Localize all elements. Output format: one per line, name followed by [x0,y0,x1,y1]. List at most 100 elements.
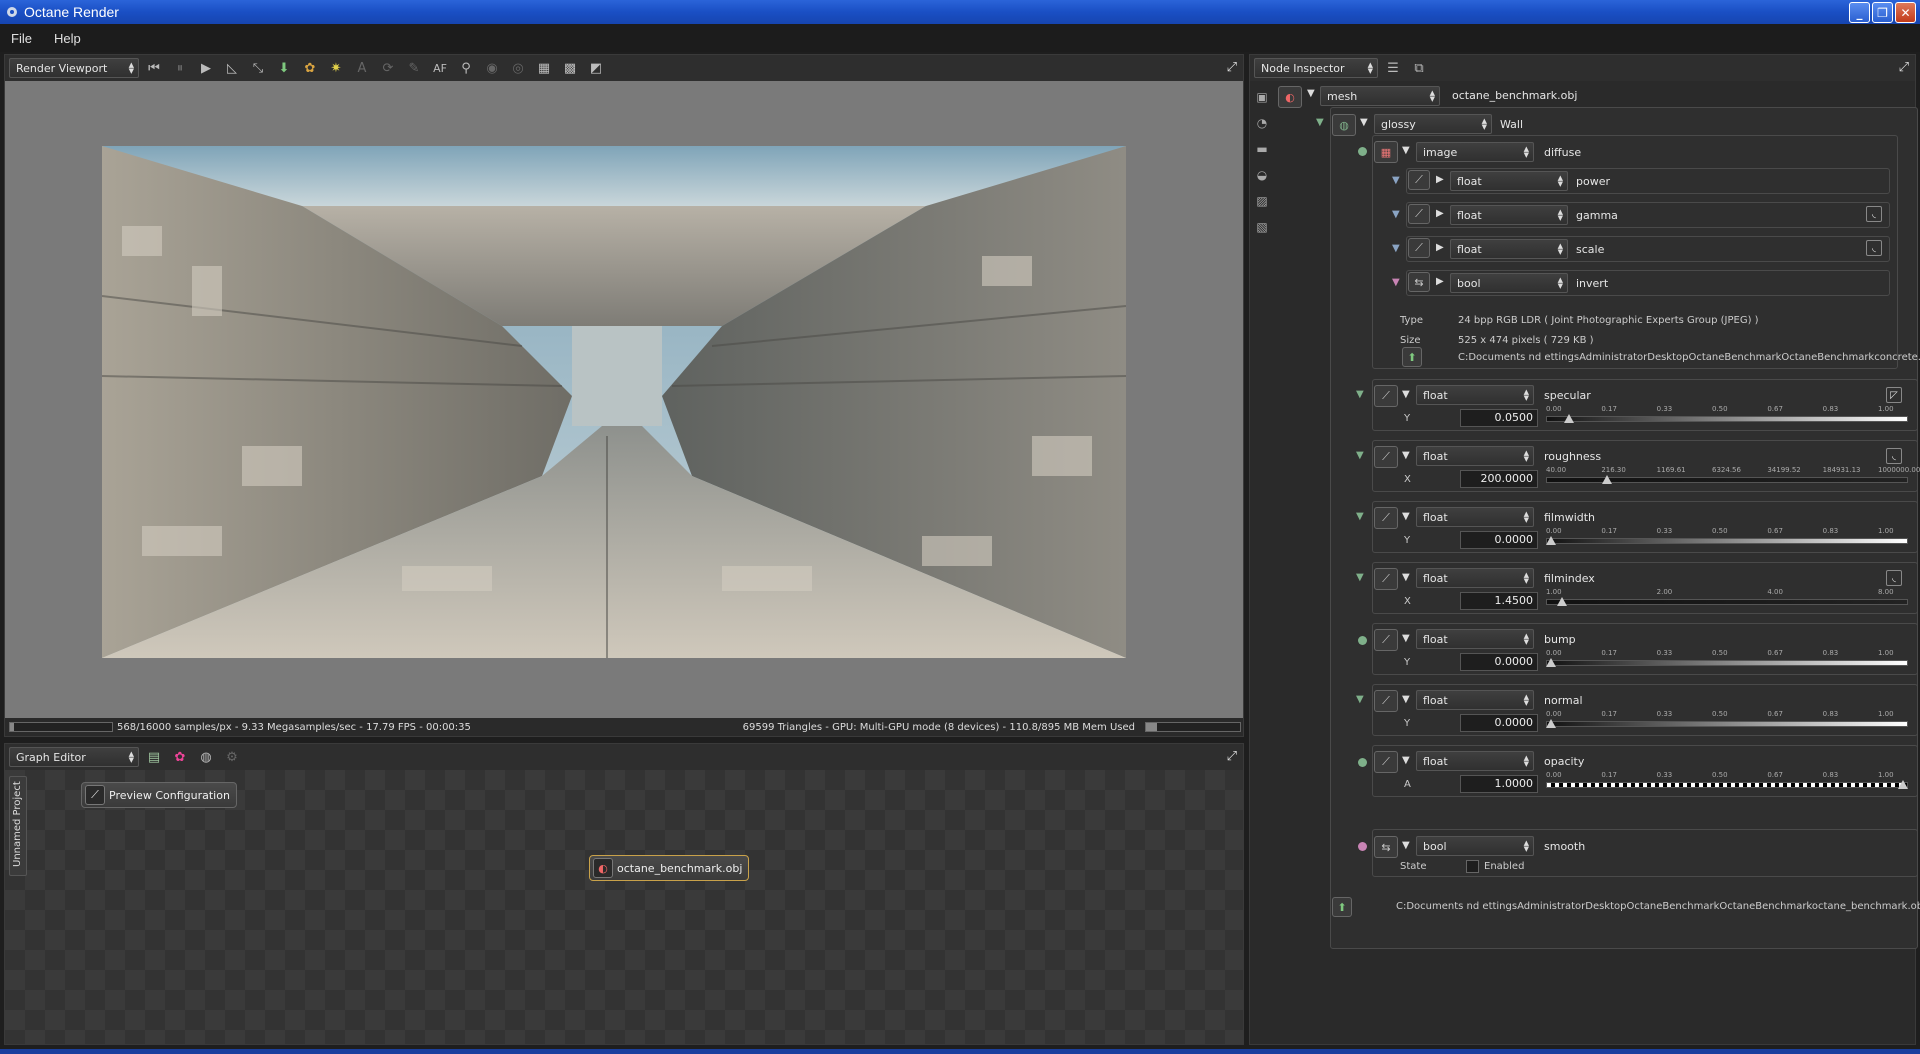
field-slider[interactable]: 0.00 0.17 0.33 0.50 0.67 0.83 1.00 [1546,405,1908,427]
environment-icon[interactable]: ◒ [1252,165,1272,185]
slider-bar[interactable] [1546,660,1908,666]
field-pin-icon[interactable]: ⟋ [1374,446,1398,468]
menu-file[interactable]: File [0,31,43,46]
play-icon[interactable]: ▶ [195,58,217,78]
slider-bar[interactable] [1546,416,1908,422]
camera-strip-icon[interactable]: ◔ [1252,113,1272,133]
field-type-combo[interactable]: float ▲ ▼ [1416,629,1534,649]
glossy-pin-icon[interactable]: ◍ [1332,114,1356,136]
param-expand-icon[interactable]: ▶ [1436,174,1444,185]
camera-icon[interactable]: ◉ [481,58,503,78]
field-collapse-icon[interactable]: ▼ [1402,572,1410,583]
field-type-combo[interactable]: float ▲ ▼ [1416,568,1534,588]
field-value-input[interactable]: 0.0000 [1460,653,1538,671]
restore-button[interactable]: ❐ [1872,2,1893,23]
dof-picker-icon[interactable]: ⟳ [377,58,399,78]
slider-bar[interactable] [1546,538,1908,544]
field-pin-icon[interactable]: ⟋ [1374,385,1398,407]
mesh-pin-icon[interactable]: ◐ [1278,86,1302,108]
mesh-type-combo[interactable]: mesh ▲ ▼ [1320,86,1440,106]
slider-bar[interactable] [1546,477,1908,483]
slider-bar[interactable] [1546,782,1908,788]
field-curve-icon[interactable]: ◟ [1886,448,1902,464]
param-pin-icon[interactable]: ⇆ [1408,272,1430,292]
field-slider[interactable]: 0.00 0.17 0.33 0.50 0.67 0.83 1.00 [1546,771,1908,793]
field-collapse-icon[interactable]: ▼ [1402,633,1410,644]
image-load-file-button[interactable]: ⬆ [1402,347,1422,367]
expand-icon[interactable]: ⤢ [1227,60,1237,75]
field-value-input[interactable]: 1.4500 [1460,592,1538,610]
field-value-input[interactable]: 0.0500 [1460,409,1538,427]
menu-help[interactable]: Help [43,31,92,46]
field-slider[interactable]: 1.00 2.00 4.00 8.00 [1546,588,1908,610]
field-value-input[interactable]: 0.0000 [1460,714,1538,732]
field-slider[interactable]: 0.00 0.17 0.33 0.50 0.67 0.83 1.00 [1546,527,1908,549]
slider-knob[interactable] [1546,658,1556,667]
param-type-combo[interactable]: float ▲ ▼ [1450,171,1568,191]
param-expand-icon[interactable]: ▶ [1436,242,1444,253]
mesh-load-file-button[interactable]: ⬆ [1332,897,1352,917]
smooth-collapse-icon[interactable]: ▼ [1402,840,1410,851]
slider-bar[interactable] [1546,721,1908,727]
smooth-type-combo[interactable]: bool ▲ ▼ [1416,836,1534,856]
field-type-combo[interactable]: float ▲ ▼ [1416,690,1534,710]
param-expand-icon[interactable]: ▶ [1436,276,1444,287]
param-type-combo[interactable]: bool ▲ ▼ [1450,273,1568,293]
close-button[interactable]: ✕ [1895,2,1916,23]
collapse-all-icon[interactable]: ☰ [1382,58,1404,78]
curve-icon[interactable]: ◟ [1866,206,1882,222]
glossy-collapse-icon[interactable]: ▼ [1360,117,1368,128]
slider-knob[interactable] [1602,475,1613,484]
add-node-icon[interactable]: ✿ [169,747,191,767]
settings-node-icon[interactable]: ⚙ [221,747,243,767]
pause-icon[interactable]: ⏸ [169,58,191,78]
render-target-icon[interactable]: ▣ [1252,87,1272,107]
field-type-combo[interactable]: float ▲ ▼ [1416,385,1534,405]
param-type-combo[interactable]: float ▲ ▼ [1450,239,1568,259]
field-pin-icon[interactable]: ⟋ [1374,629,1398,651]
slider-knob[interactable] [1546,719,1556,728]
field-type-combo[interactable]: float ▲ ▼ [1416,507,1534,527]
field-type-combo[interactable]: float ▲ ▼ [1416,751,1534,771]
light-picker-icon[interactable]: ✷ [325,58,347,78]
field-pin-icon[interactable]: ⟋ [1374,507,1398,529]
mesh-node[interactable]: ◐ octane_benchmark.obj [589,855,750,881]
node-inspector-combo[interactable]: Node Inspector ▲ ▼ [1254,58,1378,78]
param-pin-icon[interactable]: ⟋ [1408,204,1430,224]
field-value-input[interactable]: 200.0000 [1460,470,1538,488]
image-collapse-icon[interactable]: ▼ [1402,145,1410,156]
field-collapse-icon[interactable]: ▼ [1402,755,1410,766]
field-pin-icon[interactable]: ⟋ [1374,568,1398,590]
field-value-input[interactable]: 1.0000 [1460,775,1538,793]
field-curve-icon[interactable]: ◟ [1886,570,1902,586]
viewport-combo[interactable]: Render Viewport ▲ ▼ [9,58,139,78]
param-pin-icon[interactable]: ⟋ [1408,170,1430,190]
slider-bar[interactable] [1546,599,1908,605]
slider-knob[interactable] [1546,536,1556,545]
af-button[interactable]: AF [429,58,451,78]
param-pin-icon[interactable]: ⟋ [1408,238,1430,258]
minimize-button[interactable]: _ [1849,2,1870,23]
field-collapse-icon[interactable]: ▼ [1402,389,1410,400]
film-icon[interactable]: ▬ [1252,139,1272,159]
field-slider[interactable]: 0.00 0.17 0.33 0.50 0.67 0.83 1.00 [1546,710,1908,732]
slider-knob[interactable] [1898,780,1908,789]
field-collapse-icon[interactable]: ▼ [1402,694,1410,705]
field-curve-icon[interactable]: ◸ [1886,387,1902,403]
region-icon[interactable]: ◺ [221,58,243,78]
field-slider[interactable]: 40.00 216.30 1169.61 6324.56 34199.52 184931.… [1546,466,1920,488]
display-checker-icon[interactable]: ▩ [559,58,581,78]
slider-knob[interactable] [1563,414,1574,423]
white-balance-icon[interactable]: ✎ [403,58,425,78]
mesh-collapse-icon[interactable]: ▼ [1307,88,1315,99]
field-type-combo[interactable]: float ▲ ▼ [1416,446,1534,466]
imager-icon[interactable]: ▧ [1252,217,1272,237]
lock-resolution-icon[interactable]: ⤡ [247,58,269,78]
material-node-icon[interactable]: ◍ [195,747,217,767]
smooth-enabled-checkbox[interactable] [1466,860,1479,873]
image-icon[interactable]: ▨ [1252,191,1272,211]
display-full-icon[interactable]: ▦ [533,58,555,78]
field-collapse-icon[interactable]: ▼ [1402,511,1410,522]
graph-canvas[interactable]: Unnamed Project ⟋ Preview Configuration … [5,770,1243,1044]
field-pin-icon[interactable]: ⟋ [1374,751,1398,773]
